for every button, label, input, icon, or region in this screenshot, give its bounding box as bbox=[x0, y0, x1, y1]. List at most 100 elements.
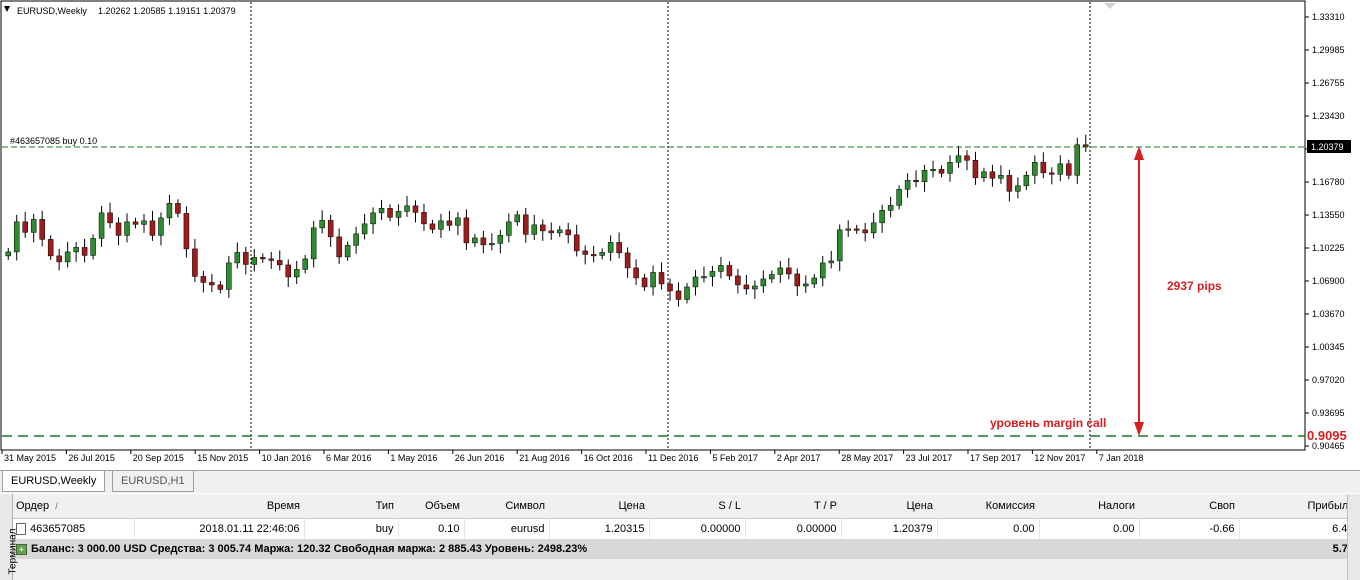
candle-body bbox=[556, 229, 563, 234]
candle-body bbox=[370, 212, 376, 225]
col-swap[interactable]: Своп bbox=[1139, 494, 1239, 519]
date-tick-label: 16 Oct 2016 bbox=[584, 453, 633, 463]
candle-body bbox=[913, 180, 919, 183]
candle-body bbox=[107, 212, 113, 224]
col-current-price[interactable]: Цена bbox=[841, 494, 937, 519]
terminal-side-tab[interactable]: Терминал bbox=[0, 494, 19, 580]
candle-body bbox=[641, 277, 648, 288]
order-commission: 0.00 bbox=[937, 518, 1040, 539]
date-tick-label: 26 Jul 2015 bbox=[68, 453, 115, 463]
candle-body bbox=[166, 203, 173, 219]
candle-body bbox=[260, 257, 266, 260]
candle-body bbox=[327, 220, 334, 238]
candle-body bbox=[302, 258, 308, 270]
candle-body bbox=[1074, 144, 1081, 176]
table-row[interactable]: 463657085 2018.01.11 22:46:06 buy 0.10 e… bbox=[12, 518, 1359, 539]
tab-eurusd-h1[interactable]: EURUSD,H1 bbox=[112, 471, 194, 492]
col-order[interactable]: Ордер / bbox=[12, 494, 134, 519]
candle-body bbox=[319, 220, 325, 229]
candle-body bbox=[624, 252, 631, 269]
candle-body bbox=[845, 228, 851, 231]
col-profit[interactable]: Прибыль bbox=[1239, 494, 1358, 519]
candle-body bbox=[548, 230, 554, 234]
date-tick-label: 23 Jul 2017 bbox=[906, 453, 953, 463]
order-volume: 0.10 bbox=[398, 518, 465, 539]
date-tick-label: 7 Jan 2018 bbox=[1099, 453, 1144, 463]
margin-call-price: 0.9095 bbox=[1307, 428, 1347, 443]
candle-body bbox=[904, 180, 911, 190]
order-time: 2018.01.11 22:46:06 bbox=[134, 518, 305, 539]
col-tp[interactable]: T / P bbox=[745, 494, 841, 519]
candle-body bbox=[98, 212, 105, 239]
candle-body bbox=[124, 221, 130, 236]
candle-body bbox=[73, 247, 79, 253]
candle-body bbox=[472, 237, 478, 244]
terminal-panel: Ордер / Время Тип Объем Символ Цена S / … bbox=[0, 494, 1360, 580]
candle-body bbox=[226, 262, 232, 290]
candle-body bbox=[455, 217, 461, 226]
scrollbar[interactable] bbox=[1347, 494, 1360, 580]
col-volume[interactable]: Объем bbox=[398, 494, 464, 519]
price-tick-label: 0.97020 bbox=[1312, 375, 1345, 385]
col-symbol[interactable]: Символ bbox=[464, 494, 549, 519]
price-tick-label: 1.29985 bbox=[1312, 45, 1345, 55]
candle-body bbox=[726, 265, 733, 277]
col-taxes[interactable]: Налоги bbox=[1039, 494, 1139, 519]
candle-body bbox=[540, 224, 546, 232]
price-chart[interactable]: 2937 pips уровень margin call #463657085… bbox=[0, 0, 1360, 466]
chart-symbol: EURUSD,Weekly bbox=[17, 6, 87, 16]
candle-body bbox=[531, 224, 538, 235]
candle-body bbox=[658, 272, 665, 285]
candle-body bbox=[947, 162, 953, 174]
candle-body bbox=[387, 208, 393, 218]
candle-body bbox=[141, 220, 147, 225]
candle-body bbox=[81, 247, 88, 256]
col-price[interactable]: Цена bbox=[549, 494, 649, 519]
candle-body bbox=[1066, 163, 1072, 176]
candle-body bbox=[921, 170, 928, 183]
date-tick-label: 31 May 2015 bbox=[4, 453, 56, 463]
candle-body bbox=[989, 171, 996, 179]
price-tick-label: 1.26755 bbox=[1312, 78, 1345, 88]
price-tick-label: 1.10225 bbox=[1312, 243, 1345, 253]
candle-body bbox=[811, 277, 818, 285]
margin-call-label: уровень margin call bbox=[990, 416, 1106, 430]
date-tick-label: 17 Sep 2017 bbox=[970, 453, 1021, 463]
tab-eurusd-weekly[interactable]: EURUSD,Weekly bbox=[2, 471, 106, 492]
candle-body bbox=[497, 235, 504, 244]
candle-body bbox=[429, 223, 436, 230]
order-tp: 0.00000 bbox=[745, 518, 842, 539]
candle-body bbox=[607, 242, 614, 253]
candle-body bbox=[209, 282, 215, 286]
date-tick-label: 5 Feb 2017 bbox=[712, 453, 758, 463]
candle-body bbox=[667, 283, 673, 292]
candle-body bbox=[955, 155, 962, 163]
col-type[interactable]: Тип bbox=[304, 494, 398, 519]
candle-body bbox=[251, 257, 258, 265]
candle-body bbox=[1083, 144, 1089, 147]
chart-area[interactable]: 2937 pips уровень margin call #463657085… bbox=[0, 0, 1360, 466]
col-commission[interactable]: Комиссия bbox=[937, 494, 1039, 519]
candle-body bbox=[590, 254, 597, 257]
candle-body bbox=[769, 274, 775, 280]
candle-body bbox=[361, 223, 368, 235]
date-tick-label: 1 May 2016 bbox=[390, 453, 437, 463]
price-tick-label: 0.93695 bbox=[1312, 408, 1345, 418]
col-time[interactable]: Время bbox=[134, 494, 304, 519]
candle-body bbox=[565, 229, 571, 236]
order-id: 463657085 bbox=[30, 522, 86, 535]
date-tick-label: 15 Nov 2015 bbox=[197, 453, 248, 463]
candle-body bbox=[514, 214, 521, 223]
candle-body bbox=[480, 237, 487, 246]
candle-body bbox=[47, 239, 54, 257]
candle-body bbox=[268, 258, 275, 261]
order-price: 1.20315 bbox=[549, 518, 650, 539]
candle-body bbox=[599, 252, 605, 256]
price-tick-label: 1.33310 bbox=[1312, 12, 1345, 22]
candle-body bbox=[310, 227, 317, 260]
col-sl[interactable]: S / L bbox=[649, 494, 745, 519]
table-header: Ордер / Время Тип Объем Символ Цена S / … bbox=[12, 494, 1358, 519]
date-tick-label: 11 Dec 2016 bbox=[648, 453, 698, 463]
current-price-label: 1.20379 bbox=[1311, 142, 1344, 152]
candle-body bbox=[39, 219, 45, 240]
